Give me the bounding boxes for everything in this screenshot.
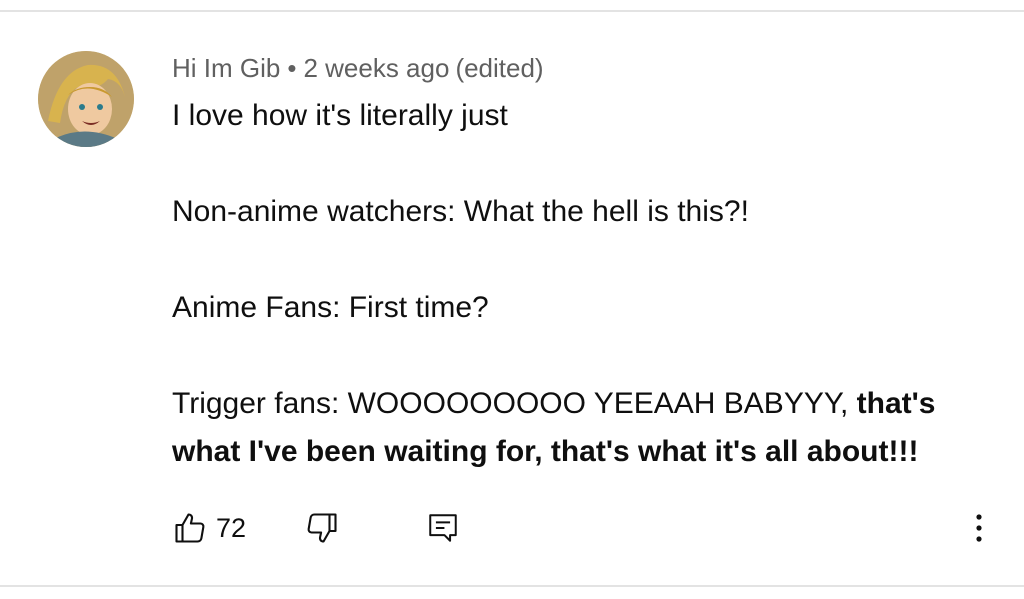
comment-line: Anime Fans: First time? [172, 291, 489, 324]
comment-line: Non-anime watchers: What the hell is thi… [172, 195, 749, 228]
bottom-divider [0, 585, 1024, 587]
comment-actions: 72 [172, 506, 992, 550]
more-options-button[interactable] [967, 506, 991, 550]
like-button[interactable]: 72 [172, 506, 246, 550]
author-name[interactable]: Hi Im Gib [172, 53, 280, 83]
comment-card: Hi Im Gib • 2 weeks ago (edited) I love how… [0, 0, 1024, 599]
thumbs-down-icon [307, 513, 337, 543]
comment-line: Trigger fans: WOOOOOOOOO YEEAAH BABYYY, … [172, 380, 992, 476]
comment-meta: Hi Im Gib • 2 weeks ago (edited) [172, 52, 544, 84]
avatar-image [38, 51, 134, 147]
comment-text: I love how it's literally just Non-anime… [172, 92, 992, 476]
reply-button[interactable] [426, 506, 460, 550]
top-divider [0, 10, 1024, 12]
thumbs-up-icon [175, 513, 205, 543]
comment-timestamp[interactable]: 2 weeks ago [303, 53, 449, 83]
reply-comment-icon [429, 514, 457, 542]
comment-line-regular: Trigger fans: WOOOOOOOOO YEEAAH BABYYY, [172, 387, 857, 420]
avatar[interactable] [38, 51, 134, 147]
edited-label: (edited) [455, 53, 544, 83]
comment-line: I love how it's literally just [172, 99, 508, 132]
more-vertical-icon [976, 514, 982, 542]
meta-separator: • [287, 53, 297, 83]
like-count: 72 [216, 512, 247, 543]
dislike-button[interactable] [304, 506, 340, 550]
